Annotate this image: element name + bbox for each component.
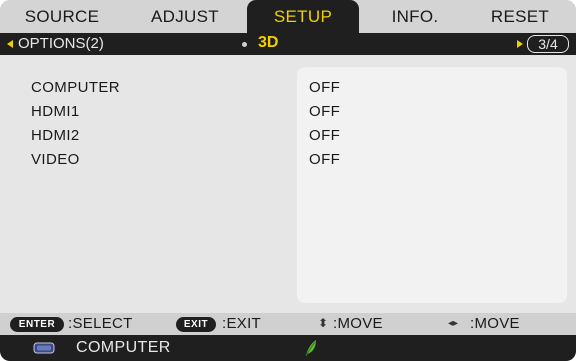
page-indicator: 3/4 — [527, 35, 569, 53]
status-bar: COMPUTER — [0, 335, 576, 361]
tab-label: SETUP — [273, 6, 333, 26]
exit-hint: :EXIT — [222, 315, 262, 332]
up-down-arrow-icon: ⬍ — [318, 316, 329, 330]
select-hint: :SELECT — [68, 315, 133, 332]
setting-label-video[interactable]: VIDEO — [31, 151, 80, 168]
tab-reset[interactable]: RESET — [470, 0, 570, 33]
exit-key-label: EXIT — [183, 319, 209, 330]
tab-label: RESET — [490, 6, 550, 26]
help-bar: ENTER :SELECT EXIT :EXIT ⬍ :MOVE ◂▸ :MOV… — [0, 313, 576, 335]
previous-page-label[interactable]: OPTIONS(2) — [18, 35, 104, 52]
current-page-title: 3D — [258, 34, 279, 51]
left-right-arrow-icon: ◂▸ — [448, 318, 459, 329]
left-arrow-icon[interactable] — [7, 40, 13, 48]
settings-panel: COMPUTER OFF HDMI1 OFF HDMI2 OFF VIDEO O… — [0, 55, 576, 313]
enter-key-label: ENTER — [18, 319, 56, 330]
move-horizontal-hint: :MOVE — [470, 315, 520, 332]
page-indicator-text: 3/4 — [538, 36, 558, 52]
tab-info[interactable]: INFO. — [365, 0, 465, 33]
setting-label-computer[interactable]: COMPUTER — [31, 79, 120, 96]
tab-source[interactable]: SOURCE — [12, 0, 112, 33]
exit-key-badge: EXIT — [176, 317, 216, 332]
tab-label: ADJUST — [151, 6, 219, 26]
monitor-icon — [33, 342, 55, 354]
move-vertical-hint: :MOVE — [333, 315, 383, 332]
right-arrow-icon[interactable] — [517, 40, 523, 48]
sub-header-bar: OPTIONS(2) 3D 3/4 — [0, 33, 576, 55]
tab-bar: SOURCE ADJUST SETUP INFO. RESET — [0, 0, 576, 33]
eco-leaf-icon — [305, 340, 316, 357]
setting-label-hdmi1[interactable]: HDMI1 — [31, 103, 80, 120]
setting-value-video[interactable]: OFF — [309, 151, 340, 168]
setting-value-hdmi2[interactable]: OFF — [309, 127, 340, 144]
enter-key-badge: ENTER — [10, 317, 64, 332]
setting-label-hdmi2[interactable]: HDMI2 — [31, 127, 80, 144]
setting-value-hdmi1[interactable]: OFF — [309, 103, 340, 120]
tab-adjust[interactable]: ADJUST — [130, 0, 240, 33]
tab-label: SOURCE — [24, 6, 100, 26]
osd-menu: SOURCE ADJUST SETUP INFO. RESET OPTIONS(… — [0, 0, 576, 361]
setting-value-computer[interactable]: OFF — [309, 79, 340, 96]
tab-label: INFO. — [391, 6, 439, 26]
current-page-dot-icon — [242, 42, 247, 47]
current-source-label: COMPUTER — [76, 339, 171, 356]
tab-setup[interactable]: SETUP — [247, 0, 359, 33]
